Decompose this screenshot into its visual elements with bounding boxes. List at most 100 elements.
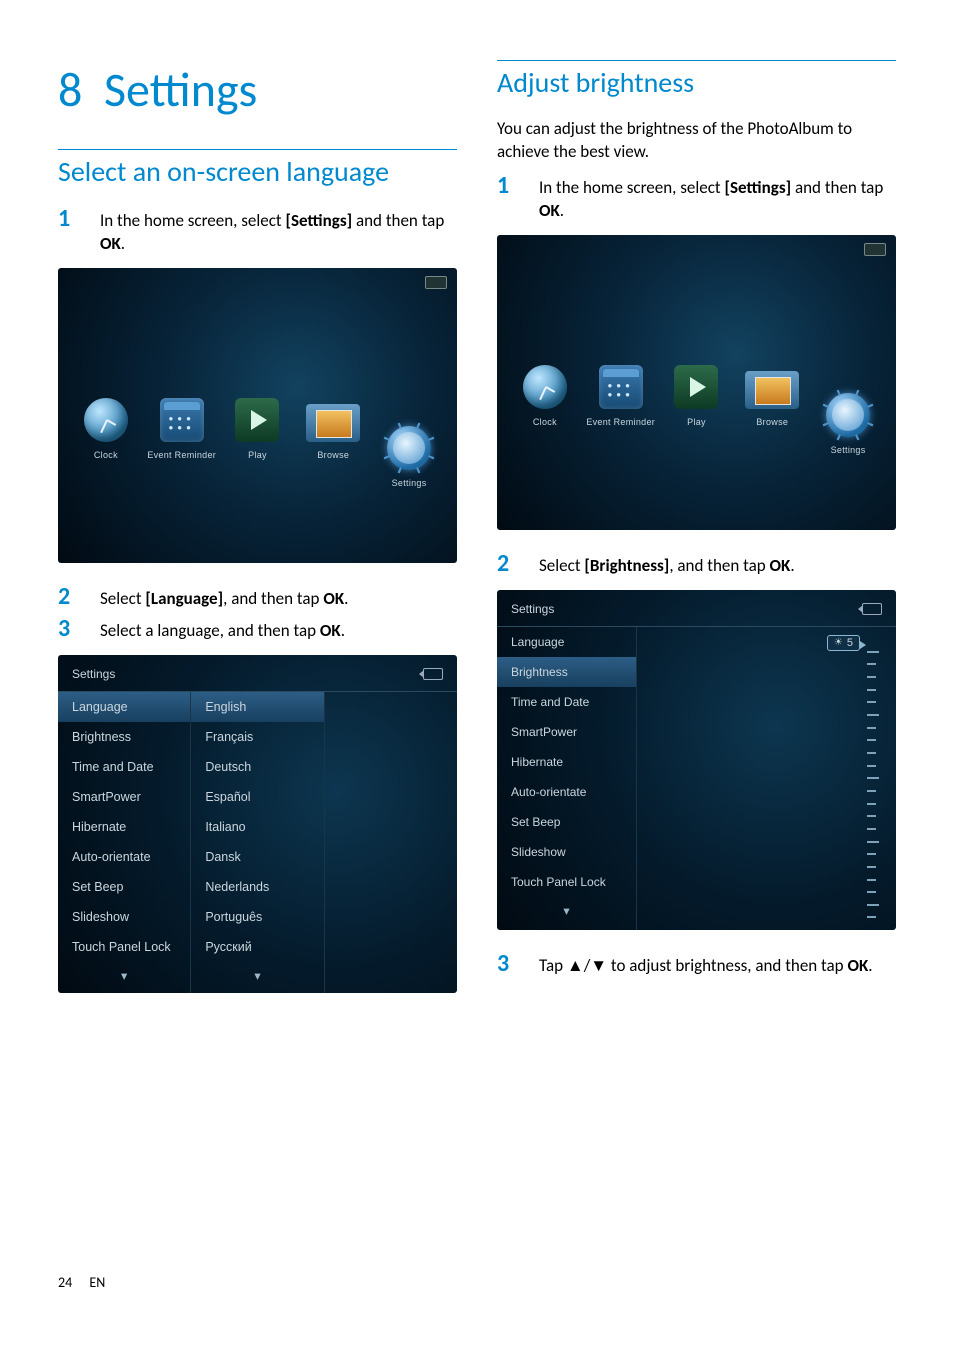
menu-title: Settings — [511, 602, 554, 616]
section-adjust-brightness: Adjust brightness — [497, 60, 896, 100]
right-steps-2: 2 Select [Brightness], and then tap OK. — [497, 552, 896, 578]
settings-row-hibernate: Hibernate — [58, 812, 190, 842]
home-item-label: Settings — [374, 478, 444, 488]
settings-row-language: Language — [58, 692, 190, 722]
chapter-heading: 8 Settings — [58, 60, 457, 119]
right-steps-1: 1 In the home screen, select [Settings] … — [497, 174, 896, 223]
sd-card-icon — [425, 276, 447, 289]
brightness-indicator: ☀ 5 — [827, 635, 860, 651]
left-step-1: 1 In the home screen, select [Settings] … — [58, 207, 457, 256]
slider-tick — [867, 815, 876, 817]
settings-row-time-and-date: Time and Date — [58, 752, 190, 782]
step-number: 1 — [58, 207, 100, 231]
settings-row-smartpower: SmartPower — [58, 782, 190, 812]
sd-card-icon — [864, 243, 886, 256]
sun-icon: ☀ — [834, 637, 843, 648]
slider-tick — [867, 790, 876, 792]
settings-row-touch-panel-lock: Touch Panel Lock — [58, 932, 190, 962]
settings-row-language: Language — [497, 627, 636, 657]
step-text: In the home screen, select [Settings] an… — [539, 174, 896, 223]
slider-tick — [867, 739, 876, 741]
slider-tick — [867, 714, 879, 716]
settings-row-auto-orientate: Auto-orientate — [58, 842, 190, 872]
slider-tick — [867, 879, 876, 881]
more-down-icon — [497, 897, 636, 928]
language-option-français: Français — [191, 722, 323, 752]
more-down-icon — [58, 962, 190, 993]
home-item-clock: Clock — [71, 398, 141, 460]
play-icon — [674, 365, 718, 409]
language-option-english: English — [191, 692, 323, 722]
slider-tick — [867, 727, 876, 729]
right-step-3: 3 Tap ▲/▼ to adjust brightness, and then… — [497, 952, 896, 978]
settings-row-touch-panel-lock: Touch Panel Lock — [497, 867, 636, 897]
slider-tick — [867, 752, 876, 754]
language-option-español: Español — [191, 782, 323, 812]
page-lang: EN — [89, 1274, 105, 1291]
home-item-event-reminder: Event Reminder — [586, 365, 656, 427]
settings-row-slideshow: Slideshow — [497, 837, 636, 867]
left-steps-rest: 2 Select [Language], and then tap OK. 3 … — [58, 585, 457, 643]
slider-tick — [867, 676, 876, 678]
left-step-3: 3 Select a language, and then tap OK. — [58, 617, 457, 643]
right-steps-3: 3 Tap ▲/▼ to adjust brightness, and then… — [497, 952, 896, 978]
step-number: 3 — [58, 617, 100, 641]
settings-row-time-and-date: Time and Date — [497, 687, 636, 717]
home-item-browse: Browse — [737, 368, 807, 427]
screenshot-home-right: Clock Event Reminder Play BrowseSettings — [497, 235, 896, 530]
language-option-italiano: Italiano — [191, 812, 323, 842]
slider-tick — [867, 841, 879, 843]
step-number: 2 — [497, 552, 539, 576]
slider-tick — [867, 777, 879, 779]
screenshot-home-left: Clock Event Reminder Play Browse Settings — [58, 268, 457, 563]
home-item-browse: Browse — [298, 401, 368, 460]
slider-tick — [867, 891, 876, 893]
left-column: 8 Settings Select an on-screen language … — [58, 60, 457, 1015]
home-item-label: Clock — [71, 450, 141, 460]
event-reminder-icon — [599, 365, 643, 409]
home-item-clock: Clock — [510, 365, 580, 427]
language-option-português: Português — [191, 902, 323, 932]
right-column: Adjust brightness You can adjust the bri… — [497, 60, 896, 1015]
left-steps-top: 1 In the home screen, select [Settings] … — [58, 207, 457, 256]
language-option-deutsch: Deutsch — [191, 752, 323, 782]
brightness-slider — [868, 651, 874, 919]
home-item-settings: Settings — [813, 393, 883, 455]
slider-tick — [867, 866, 876, 868]
home-item-label: Play — [661, 417, 731, 427]
home-item-label: Play — [222, 450, 292, 460]
step-number: 2 — [58, 585, 100, 609]
page-number: 24 — [58, 1274, 72, 1291]
menu-title: Settings — [72, 667, 115, 681]
browse-icon — [306, 404, 360, 442]
home-item-play: Play — [222, 398, 292, 460]
brightness-intro: You can adjust the brightness of the Pho… — [497, 118, 896, 164]
settings-row-slideshow: Slideshow — [58, 902, 190, 932]
screenshot-language-menu: Settings LanguageBrightnessTime and Date… — [58, 655, 457, 993]
event-reminder-icon — [160, 398, 204, 442]
step-text: In the home screen, select [Settings] an… — [100, 207, 457, 256]
slider-tick — [867, 765, 876, 767]
home-item-label: Event Reminder — [586, 417, 656, 427]
slider-tick — [867, 663, 876, 665]
clock-icon — [523, 365, 567, 409]
slider-tick — [867, 689, 876, 691]
clock-icon — [84, 398, 128, 442]
settings-row-smartpower: SmartPower — [497, 717, 636, 747]
step-text: Select [Brightness], and then tap OK. — [539, 552, 896, 578]
slider-tick — [867, 904, 879, 906]
slider-tick — [867, 803, 876, 805]
slider-tick — [867, 651, 879, 653]
settings-row-hibernate: Hibernate — [497, 747, 636, 777]
settings-row-set-beep: Set Beep — [497, 807, 636, 837]
step-text: Tap ▲/▼ to adjust brightness, and then t… — [539, 952, 896, 978]
language-option-русский: Русский — [191, 932, 323, 962]
step-text: Select a language, and then tap OK. — [100, 617, 457, 643]
chapter-title: Settings — [104, 60, 257, 119]
browse-icon — [745, 371, 799, 409]
more-down-icon — [191, 962, 323, 993]
home-item-event-reminder: Event Reminder — [147, 398, 217, 460]
left-step-2: 2 Select [Language], and then tap OK. — [58, 585, 457, 611]
settings-row-auto-orientate: Auto-orientate — [497, 777, 636, 807]
settings-icon — [826, 393, 870, 437]
